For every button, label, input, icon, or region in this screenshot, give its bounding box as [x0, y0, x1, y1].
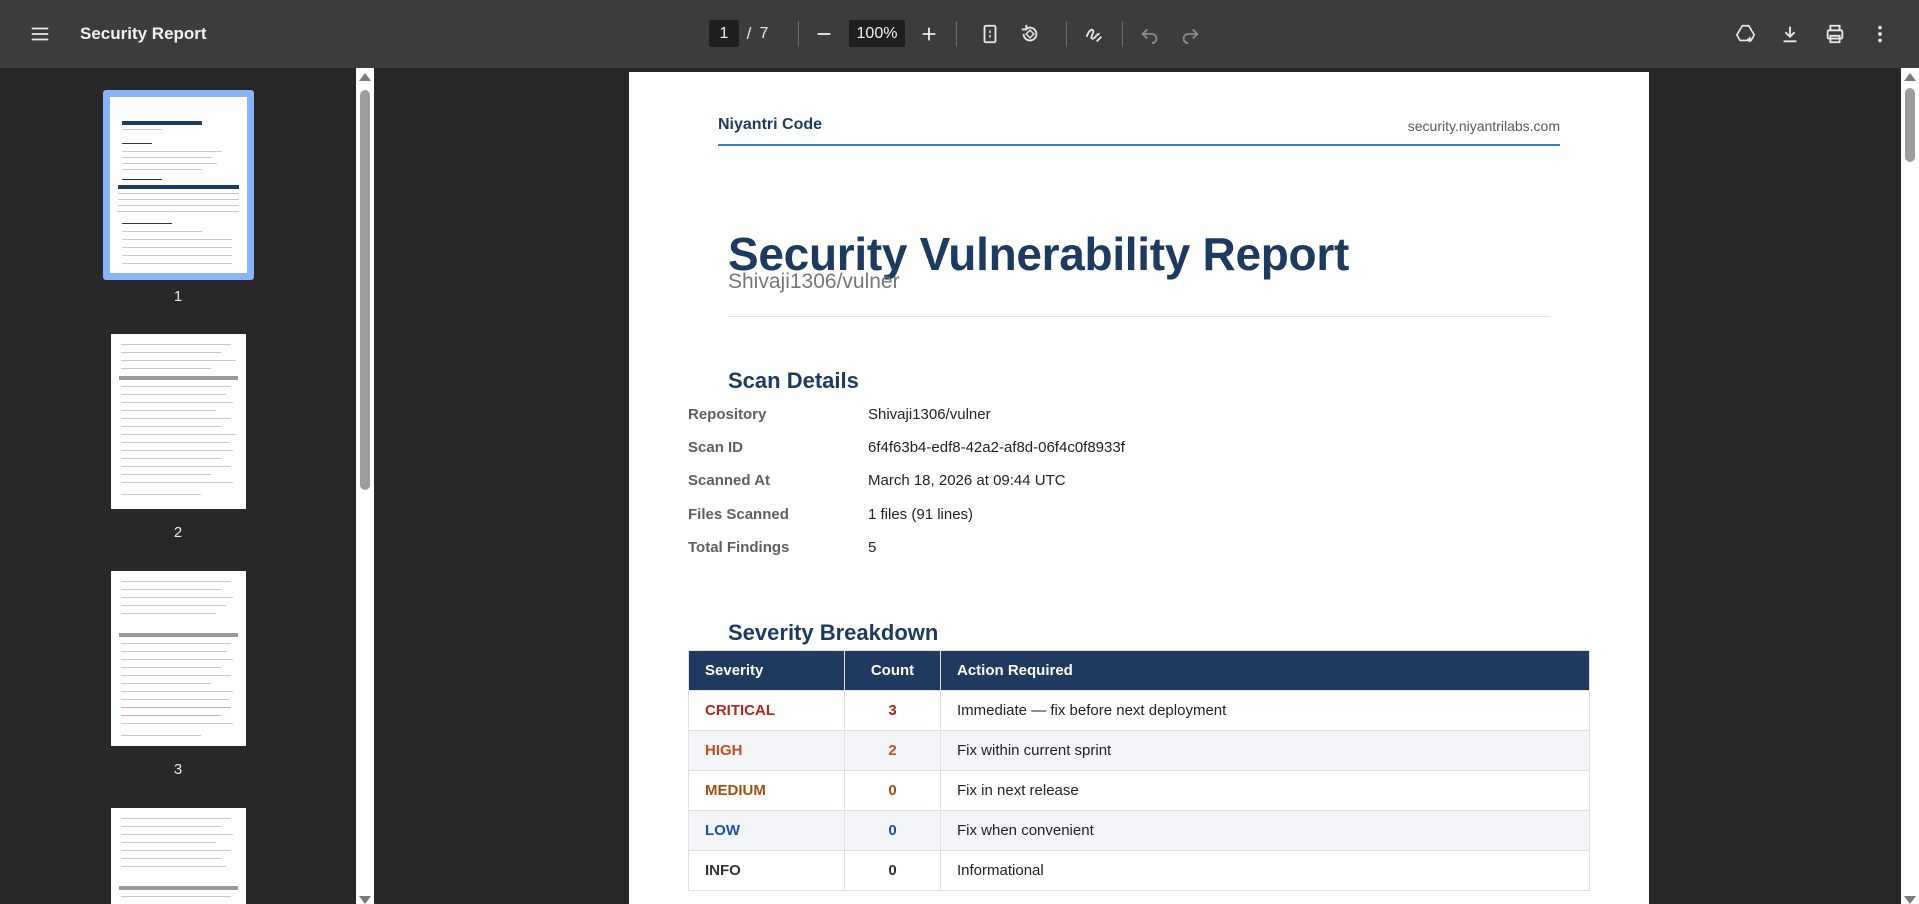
- table-row: CRITICAL 3 Immediate — fix before next dep…: [688, 690, 1590, 731]
- thumbnail-page-3[interactable]: [111, 571, 246, 746]
- severity-level: LOW: [688, 810, 845, 851]
- zoom-input[interactable]: 100%: [849, 20, 905, 47]
- table-row: HIGH 2 Fix within current sprint: [688, 730, 1590, 771]
- severity-level: MEDIUM: [688, 770, 845, 811]
- title-divider: [728, 316, 1550, 317]
- table-header-row: Severity Count Action Required: [688, 650, 1590, 691]
- annotate-icon[interactable]: [1076, 16, 1112, 52]
- pdf-page: Niyantri Code security.niyantrilabs.com …: [629, 72, 1649, 904]
- brand-domain: security.niyantrilabs.com: [1407, 118, 1560, 134]
- detail-key: Files Scanned: [688, 506, 789, 523]
- thumbnail-page-2[interactable]: [111, 334, 246, 509]
- severity-heading: Severity Breakdown: [728, 620, 939, 645]
- redo-icon[interactable]: [1172, 16, 1208, 52]
- thumbnail-page-1[interactable]: [110, 97, 247, 273]
- scroll-up-arrow-icon[interactable]: [359, 73, 371, 81]
- thumbnail-label: 1: [173, 288, 183, 305]
- column-header: Action Required: [940, 650, 1590, 691]
- detail-key: Scanned At: [688, 472, 770, 489]
- severity-count: 0: [844, 810, 941, 851]
- detail-value: 5: [868, 539, 877, 556]
- severity-action: Immediate — fix before next deployment: [940, 690, 1590, 731]
- toolbar-divider: [798, 21, 799, 47]
- brand-name: Niyantri Code: [718, 116, 823, 133]
- table-row: MEDIUM 0 Fix in next release: [688, 770, 1590, 811]
- plus-icon[interactable]: [911, 16, 947, 52]
- table-row: INFO 0 Informational: [688, 850, 1590, 891]
- column-header: Count: [844, 650, 941, 691]
- print-icon[interactable]: [1817, 16, 1853, 52]
- severity-count: 0: [844, 770, 941, 811]
- severity-count: 3: [844, 690, 941, 731]
- fit-page-icon[interactable]: [972, 16, 1008, 52]
- severity-table: Severity Count Action Required CRITICAL 3…: [688, 650, 1590, 891]
- detail-value: Shivaji1306/vulner: [868, 406, 991, 423]
- page-separator: /: [746, 24, 752, 43]
- pdf-toolbar: Security Report 1 / 7 100%: [0, 0, 1919, 68]
- detail-key: Repository: [688, 406, 767, 423]
- document-title: Security Report: [80, 24, 207, 43]
- severity-action: Informational: [940, 850, 1590, 891]
- detail-value: 6f4f63b4-edf8-42a2-af8d-06f4c0f8933f: [868, 439, 1125, 456]
- scroll-up-arrow-icon[interactable]: [1904, 73, 1916, 81]
- detail-value: March 18, 2026 at 09:44 UTC: [868, 472, 1066, 489]
- scan-details-heading: Scan Details: [728, 368, 859, 393]
- more-vert-icon[interactable]: [1862, 16, 1898, 52]
- severity-count: 0: [844, 850, 941, 891]
- header-rule: [718, 144, 1560, 146]
- report-subtitle: Shivaji1306/vulner: [728, 270, 900, 293]
- scroll-down-arrow-icon[interactable]: [359, 896, 371, 904]
- severity-action: Fix in next release: [940, 770, 1590, 811]
- minus-icon[interactable]: [806, 16, 842, 52]
- page-number-input[interactable]: 1: [709, 20, 739, 47]
- table-row: LOW 0 Fix when convenient: [688, 810, 1590, 851]
- severity-action: Fix when convenient: [940, 810, 1590, 851]
- column-header: Severity: [688, 650, 845, 691]
- thumbnail-label: 3: [173, 761, 183, 778]
- severity-level: HIGH: [688, 730, 845, 771]
- severity-level: CRITICAL: [688, 690, 845, 731]
- detail-key: Total Findings: [688, 539, 790, 556]
- rotate-icon[interactable]: [1012, 16, 1048, 52]
- detail-key: Scan ID: [688, 439, 744, 456]
- toolbar-divider: [1122, 21, 1123, 47]
- download-icon[interactable]: [1772, 16, 1808, 52]
- sidebar-scroll-thumb[interactable]: [360, 90, 370, 490]
- severity-action: Fix within current sprint: [940, 730, 1590, 771]
- save-to-drive-icon[interactable]: [1728, 16, 1764, 52]
- page-total: 7: [759, 25, 769, 42]
- thumbnail-page-4[interactable]: [111, 808, 246, 904]
- main-scroll-thumb[interactable]: [1905, 88, 1915, 162]
- undo-icon[interactable]: [1132, 16, 1168, 52]
- menu-icon[interactable]: [22, 16, 58, 52]
- scroll-down-arrow-icon[interactable]: [1904, 896, 1916, 904]
- severity-count: 2: [844, 730, 941, 771]
- severity-level: INFO: [688, 850, 845, 891]
- toolbar-divider: [956, 21, 957, 47]
- main-scrollbar[interactable]: [1901, 68, 1919, 904]
- detail-value: 1 files (91 lines): [868, 506, 974, 523]
- thumbnail-label: 2: [173, 524, 183, 541]
- toolbar-divider: [1066, 21, 1067, 47]
